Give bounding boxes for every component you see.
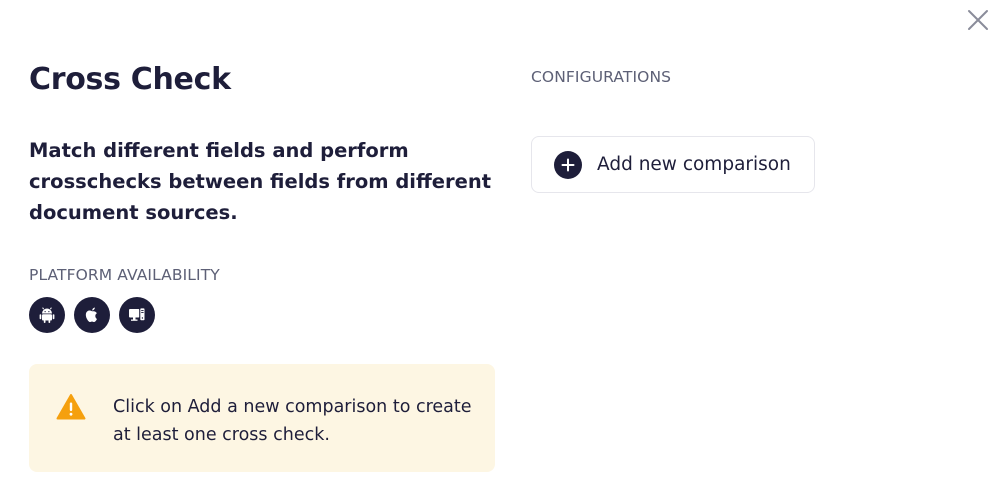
add-new-comparison-label: Add new comparison bbox=[597, 154, 791, 175]
apple-icon bbox=[74, 297, 110, 333]
feature-description: Match different fields and perform cross… bbox=[29, 139, 492, 224]
info-notice: Click on Add a new comparison to create … bbox=[29, 364, 495, 472]
plus-icon bbox=[554, 150, 582, 179]
android-icon bbox=[29, 297, 65, 333]
page-title: Cross Check bbox=[29, 62, 231, 97]
close-icon bbox=[968, 10, 988, 30]
notice-text: Click on Add a new comparison to create … bbox=[113, 397, 472, 445]
add-new-comparison-button[interactable]: Add new comparison bbox=[531, 136, 815, 193]
warning-icon bbox=[56, 394, 86, 420]
platform-icons bbox=[29, 297, 155, 333]
configurations-label: CONFIGURATIONS bbox=[531, 68, 672, 86]
close-button[interactable] bbox=[962, 4, 994, 36]
platform-availability-label: PLATFORM AVAILABILITY bbox=[29, 266, 220, 284]
desktop-mobile-icon bbox=[119, 297, 155, 333]
